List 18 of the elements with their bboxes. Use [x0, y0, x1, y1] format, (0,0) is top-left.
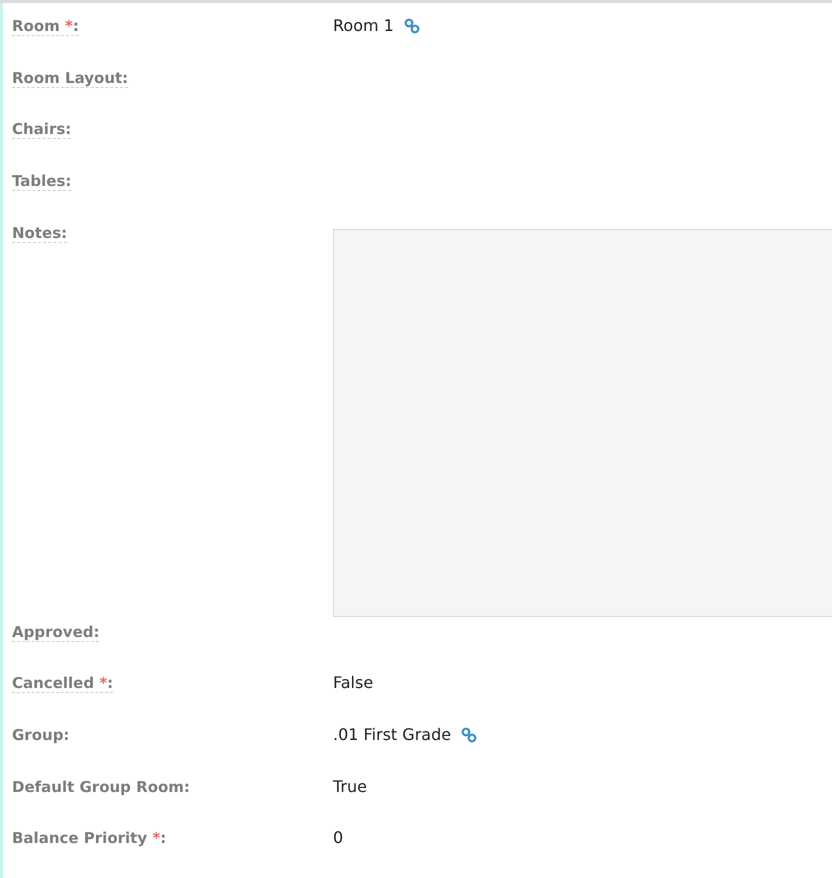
link-icon[interactable]	[404, 18, 420, 34]
field-value: Room 1	[333, 15, 394, 37]
field-value: 0	[333, 827, 344, 850]
field-label: Default Group Room:	[12, 778, 190, 796]
field-label: Chairs:	[12, 120, 72, 140]
field-label: Tables:	[12, 172, 72, 191]
field-value: .01 First Grade	[333, 724, 452, 746]
link-icon[interactable]	[461, 727, 478, 744]
field-label: Group:	[12, 726, 70, 744]
field-label: Room Layout:	[12, 68, 128, 88]
field-label: Notes:	[12, 224, 68, 243]
field-label: Room *:	[12, 17, 79, 36]
field-value: False	[333, 672, 374, 694]
field-value: True	[333, 776, 367, 798]
field-label: Approved:	[12, 622, 100, 642]
field-label: Cancelled *:	[12, 674, 114, 694]
field-label: Balance Priority *:	[12, 829, 166, 848]
notes-field[interactable]	[333, 228, 832, 617]
